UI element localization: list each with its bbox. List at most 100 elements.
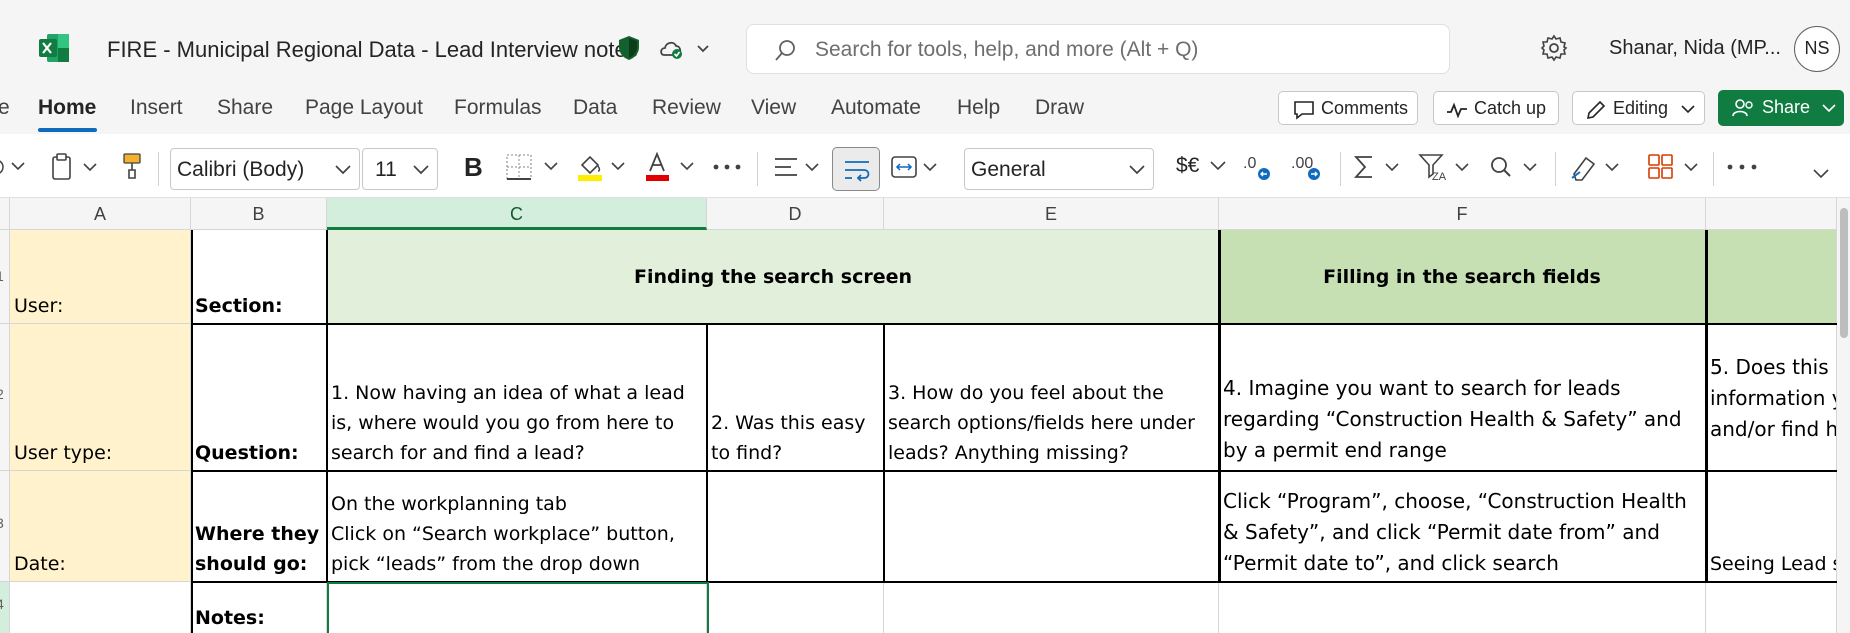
table-border: [191, 323, 1837, 325]
cell-f3[interactable]: Click “Program”, choose, “Construction H…: [1219, 471, 1706, 582]
toolbar-separator: [1555, 152, 1556, 186]
font-color-icon[interactable]: [645, 151, 697, 183]
cell-e4[interactable]: [884, 582, 1219, 633]
cell-d2-text: 2. Was this easy to find?: [711, 412, 866, 464]
spreadsheet-grid[interactable]: A B C D E F 1 2 3 4 User: Section: Findi…: [0, 198, 1850, 633]
cell-b3[interactable]: Where they should go:: [191, 471, 327, 582]
column-header-f[interactable]: F: [1219, 198, 1706, 230]
column-header-b[interactable]: B: [191, 198, 327, 230]
more-options-icon[interactable]: [1726, 162, 1758, 172]
tab-automate[interactable]: Automate: [831, 96, 921, 120]
cell-c2[interactable]: 1. Now having an idea of what a lead is,…: [327, 324, 707, 471]
column-header-g[interactable]: [1706, 198, 1837, 230]
cell-a4[interactable]: [10, 582, 191, 633]
paste-icon[interactable]: [50, 153, 102, 181]
sort-filter-icon[interactable]: ZA: [1418, 152, 1474, 182]
tab-file[interactable]: e: [0, 96, 10, 120]
tab-review[interactable]: Review: [652, 96, 721, 120]
add-ins-icon[interactable]: [1647, 152, 1703, 182]
avatar[interactable]: NS: [1794, 26, 1840, 72]
tab-data[interactable]: Data: [573, 96, 617, 120]
cell-a3-text: Date:: [14, 553, 66, 575]
active-tab-indicator: [38, 128, 97, 132]
cell-d4[interactable]: [707, 582, 884, 633]
cell-b1-text: Section:: [195, 295, 283, 317]
cell-c3[interactable]: On the workplanning tab Click on “Search…: [327, 471, 707, 582]
merge-cells-icon[interactable]: [890, 154, 942, 180]
tab-home[interactable]: Home: [38, 96, 96, 120]
column-header-a[interactable]: A: [10, 198, 191, 230]
cell-e2[interactable]: 3. How do you feel about the search opti…: [884, 324, 1219, 471]
row-header-3[interactable]: 3: [0, 471, 10, 582]
tab-formulas[interactable]: Formulas: [454, 96, 542, 120]
toolbar-separator: [757, 152, 758, 186]
cell-g1[interactable]: [1706, 230, 1837, 324]
row-header-4[interactable]: 4: [0, 582, 10, 633]
vertical-scrollbar[interactable]: [1837, 198, 1850, 633]
search-placeholder: Search for tools, help, and more (Alt + …: [815, 38, 1199, 61]
table-border: [191, 470, 1837, 472]
currency-format-button[interactable]: $€: [1176, 154, 1199, 178]
cell-f4[interactable]: [1219, 582, 1706, 633]
cell-g4[interactable]: [1706, 582, 1837, 633]
share-button[interactable]: Share: [1718, 90, 1844, 126]
excel-logo-icon[interactable]: [38, 33, 70, 63]
cell-d2[interactable]: 2. Was this easy to find?: [707, 324, 884, 471]
align-icon[interactable]: [772, 154, 826, 180]
tab-page-layout[interactable]: Page Layout: [305, 96, 423, 120]
fill-color-icon[interactable]: [576, 151, 628, 183]
cell-b2[interactable]: Question:: [191, 324, 327, 471]
increase-decimal-icon[interactable]: .00: [1290, 150, 1326, 184]
sensitivity-shield-icon[interactable]: [617, 35, 641, 61]
cloud-saved-icon[interactable]: [658, 36, 710, 62]
bold-icon[interactable]: B: [462, 153, 484, 181]
cell-g3[interactable]: Seeing Lead se: [1706, 471, 1837, 582]
cell-d3[interactable]: [707, 471, 884, 582]
wrap-text-button[interactable]: [832, 147, 880, 191]
tab-share[interactable]: Share: [217, 96, 273, 120]
catch-up-button[interactable]: Catch up: [1433, 91, 1559, 125]
column-header-e[interactable]: E: [884, 198, 1219, 230]
font-size-select[interactable]: 11: [362, 148, 438, 190]
more-font-options-icon[interactable]: [712, 162, 742, 172]
cell-b1[interactable]: Section:: [191, 230, 327, 324]
cell-f2[interactable]: 4. Imagine you want to search for leads …: [1219, 324, 1706, 471]
comments-label: Comments: [1321, 98, 1409, 118]
search-box[interactable]: Search for tools, help, and more (Alt + …: [746, 24, 1450, 74]
scrollbar-thumb[interactable]: [1840, 208, 1848, 338]
cell-a3[interactable]: Date:: [10, 471, 191, 582]
cell-f1[interactable]: Filling in the search fields: [1219, 230, 1706, 324]
font-family-select[interactable]: Calibri (Body): [170, 148, 360, 190]
tab-insert[interactable]: Insert: [130, 96, 183, 120]
cell-a2[interactable]: User type:: [10, 324, 191, 471]
format-painter-icon[interactable]: [120, 152, 144, 180]
tab-help[interactable]: Help: [957, 96, 1000, 120]
settings-gear-icon[interactable]: [1540, 34, 1568, 62]
decrease-decimal-icon[interactable]: .0: [1242, 150, 1276, 184]
row-header-1[interactable]: 1: [0, 230, 10, 324]
cell-b4[interactable]: Notes:: [191, 582, 327, 633]
document-title[interactable]: FIRE - Municipal Regional Data - Lead In…: [107, 37, 638, 63]
user-name[interactable]: Shanar, Nida (MP...: [1609, 37, 1781, 60]
row-header-2[interactable]: 2: [0, 324, 10, 471]
editing-mode-button[interactable]: Editing: [1572, 91, 1705, 125]
clear-format-icon[interactable]: [1568, 152, 1624, 182]
tab-draw[interactable]: Draw: [1035, 96, 1084, 120]
find-select-icon[interactable]: [1488, 154, 1544, 180]
undo-dropdown-icon[interactable]: [0, 158, 28, 176]
cell-a1[interactable]: User:: [10, 230, 191, 324]
chevron-down-icon: [1129, 165, 1145, 175]
number-format-select[interactable]: General: [964, 148, 1154, 190]
cell-g2[interactable]: 5. Does this h information y and/or find…: [1706, 324, 1837, 471]
comments-button[interactable]: Comments: [1278, 91, 1418, 125]
cell-c1-merged[interactable]: Finding the search screen: [327, 230, 1219, 324]
chevron-down-icon[interactable]: [1209, 160, 1227, 172]
cell-e3[interactable]: [884, 471, 1219, 582]
column-header-c[interactable]: C: [327, 198, 707, 230]
autosum-icon[interactable]: [1352, 154, 1404, 180]
expand-ribbon-icon[interactable]: [1812, 168, 1830, 180]
select-all-corner[interactable]: [0, 198, 10, 230]
tab-view[interactable]: View: [751, 96, 796, 120]
column-header-d[interactable]: D: [707, 198, 884, 230]
borders-icon[interactable]: [505, 153, 563, 181]
